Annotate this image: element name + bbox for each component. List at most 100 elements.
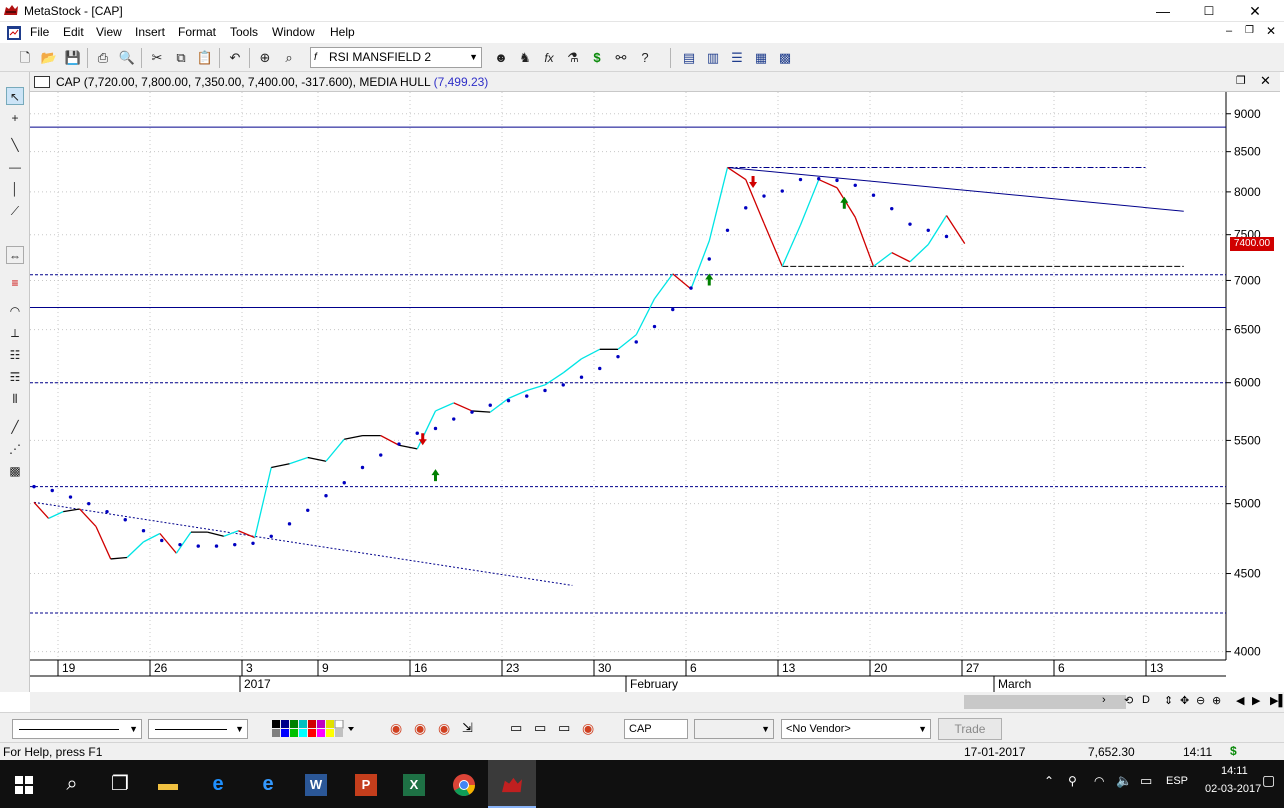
price-line-segment[interactable] [435,402,455,412]
price-line-segment[interactable] [416,410,437,450]
internet-explorer-icon[interactable]: e [194,760,242,808]
price-line-segment[interactable] [254,467,272,538]
price-line-segment[interactable] [581,348,601,360]
price-line-segment[interactable] [63,508,80,513]
buy-arrow-icon[interactable] [840,196,849,209]
price-line-segment[interactable] [380,435,400,446]
price-line-segment[interactable] [453,402,473,412]
downtrend-line[interactable] [33,501,573,586]
file-explorer-icon[interactable]: ▬ [144,760,192,808]
close-button[interactable]: ✕ [1232,0,1278,22]
minimize-button[interactable]: — [1140,0,1186,22]
tray-date[interactable]: 02-03-2017 [1205,783,1261,795]
print-preview-icon[interactable]: 🔍 [118,49,136,67]
zoom-in-icon[interactable]: ⊕ [1212,694,1221,707]
chrome-icon[interactable]: ◉ [582,720,594,737]
line-weight-select[interactable]: ▼ [148,719,248,739]
paste-icon[interactable]: 📋 [196,49,214,67]
chrome-icon[interactable]: ◉ [438,720,450,737]
resistance-trend-line[interactable] [727,166,1184,212]
scroll-right-icon[interactable]: › [1102,694,1106,706]
price-line-segment[interactable] [708,167,729,242]
task-view-icon[interactable]: ❐ [96,760,144,808]
price-line-segment[interactable] [289,456,308,465]
undo-icon[interactable]: ↶ [226,49,244,67]
chrome-taskbar-icon[interactable] [440,760,488,808]
move-vertical-icon[interactable]: ⇕ [1164,694,1173,707]
move-icon[interactable]: ✥ [1180,694,1189,707]
fib-retracement-icon[interactable]: ☷ [6,346,24,364]
line-style-select[interactable]: ▼ [12,719,142,739]
menu-help[interactable]: Help [330,25,355,39]
price-line-segment[interactable] [635,298,656,336]
price-line-segment[interactable] [398,444,418,450]
expert-advisor-icon[interactable]: ☻ [492,49,510,67]
channel-tool-icon[interactable]: ⟋ [6,202,24,220]
price-line-segment[interactable] [873,252,893,267]
menu-view[interactable]: View [96,25,122,39]
price-line-segment[interactable] [672,273,692,290]
vendor-select[interactable]: <No Vendor> ▼ [781,719,931,739]
price-line-segment[interactable] [526,384,546,392]
sell-arrow-icon[interactable] [749,176,758,189]
menu-tools[interactable]: Tools [230,25,258,39]
vertical-line-tool-icon[interactable]: │ [6,180,24,198]
color-palette[interactable] [272,719,356,738]
formula-icon[interactable]: fx [540,49,558,67]
chart-close-icon[interactable]: ✕ [1260,73,1271,89]
speed-lines-tool-icon[interactable]: ⋰ [6,440,24,458]
mdi-restore-icon[interactable]: ❐ [1245,25,1254,36]
price-line-segment[interactable] [175,531,192,554]
price-line-segment[interactable] [854,217,875,267]
jump-end-icon[interactable]: ▶▌ [1270,694,1284,707]
time-zones-tool-icon[interactable]: ⦀ [6,390,24,408]
price-line-segment[interactable] [617,334,637,350]
price-line-segment[interactable] [909,244,929,263]
print-icon[interactable]: ⎙ [94,49,112,67]
crosshair-icon[interactable]: ⊕ [256,49,274,67]
price-line-segment[interactable] [745,179,765,224]
edge-icon[interactable]: e [244,760,292,808]
tray-volume-icon[interactable]: 🔈 [1116,773,1132,789]
dollar-icon[interactable]: $ [588,49,606,67]
document-icon[interactable] [6,25,22,41]
word-icon[interactable]: W [292,760,340,808]
refresh-icon[interactable]: ⟲ [1124,694,1133,707]
tray-chevron-icon[interactable]: ⌃ [1044,774,1054,788]
window-layout-icon[interactable]: ▭ [510,720,522,736]
binoculars-icon[interactable]: ⚯ [612,49,630,67]
price-line-segment[interactable] [471,410,491,413]
tile-grid-icon[interactable]: ▦ [752,49,770,67]
fan-tool-icon[interactable]: ⟂ [6,324,24,342]
tray-message-icon[interactable]: ▭ [1140,773,1152,789]
tray-language[interactable]: ESP [1166,775,1188,787]
open-icon[interactable]: 📂 [40,49,58,67]
price-line-segment[interactable] [126,541,144,558]
periodicity-select[interactable]: ▼ [694,719,774,739]
cut-icon[interactable]: ✂ [148,49,166,67]
tray-time[interactable]: 14:11 [1221,765,1248,777]
horizontal-line-tool-icon[interactable]: — [6,158,24,176]
import-icon[interactable]: ⇲ [462,720,473,736]
explorer-icon[interactable]: ♞ [516,49,534,67]
search-icon[interactable]: ⌕ [48,760,96,808]
price-line-segment[interactable] [325,438,345,462]
copy-icon[interactable]: ⧉ [172,49,190,67]
levels-tool-icon[interactable]: ☶ [6,368,24,386]
menu-format[interactable]: Format [178,25,216,39]
price-line-segment[interactable] [48,511,64,519]
price-line-segment[interactable] [159,533,177,554]
step-right-icon[interactable]: ▶ [1252,694,1260,707]
price-line-segment[interactable] [143,532,161,543]
metastock-taskbar-icon[interactable] [488,760,536,808]
price-line-segment[interactable] [781,224,802,267]
window-layout-icon[interactable]: ▭ [534,720,546,736]
powerpoint-icon[interactable]: P [342,760,390,808]
line-tool-icon[interactable]: ╱ [6,418,24,436]
layout-icon[interactable]: ▩ [776,49,794,67]
chrome-icon[interactable]: ◉ [414,720,426,737]
chart-scroll-bar[interactable]: › ⟲ D ⇕ ✥ ⊖ ⊕ ◀ ▶ ▶▌ [30,692,1284,712]
tray-wifi-icon[interactable]: ◠ [1094,774,1104,788]
zoom-out-icon[interactable]: ⊖ [1196,694,1205,707]
price-line-segment[interactable] [927,215,948,245]
